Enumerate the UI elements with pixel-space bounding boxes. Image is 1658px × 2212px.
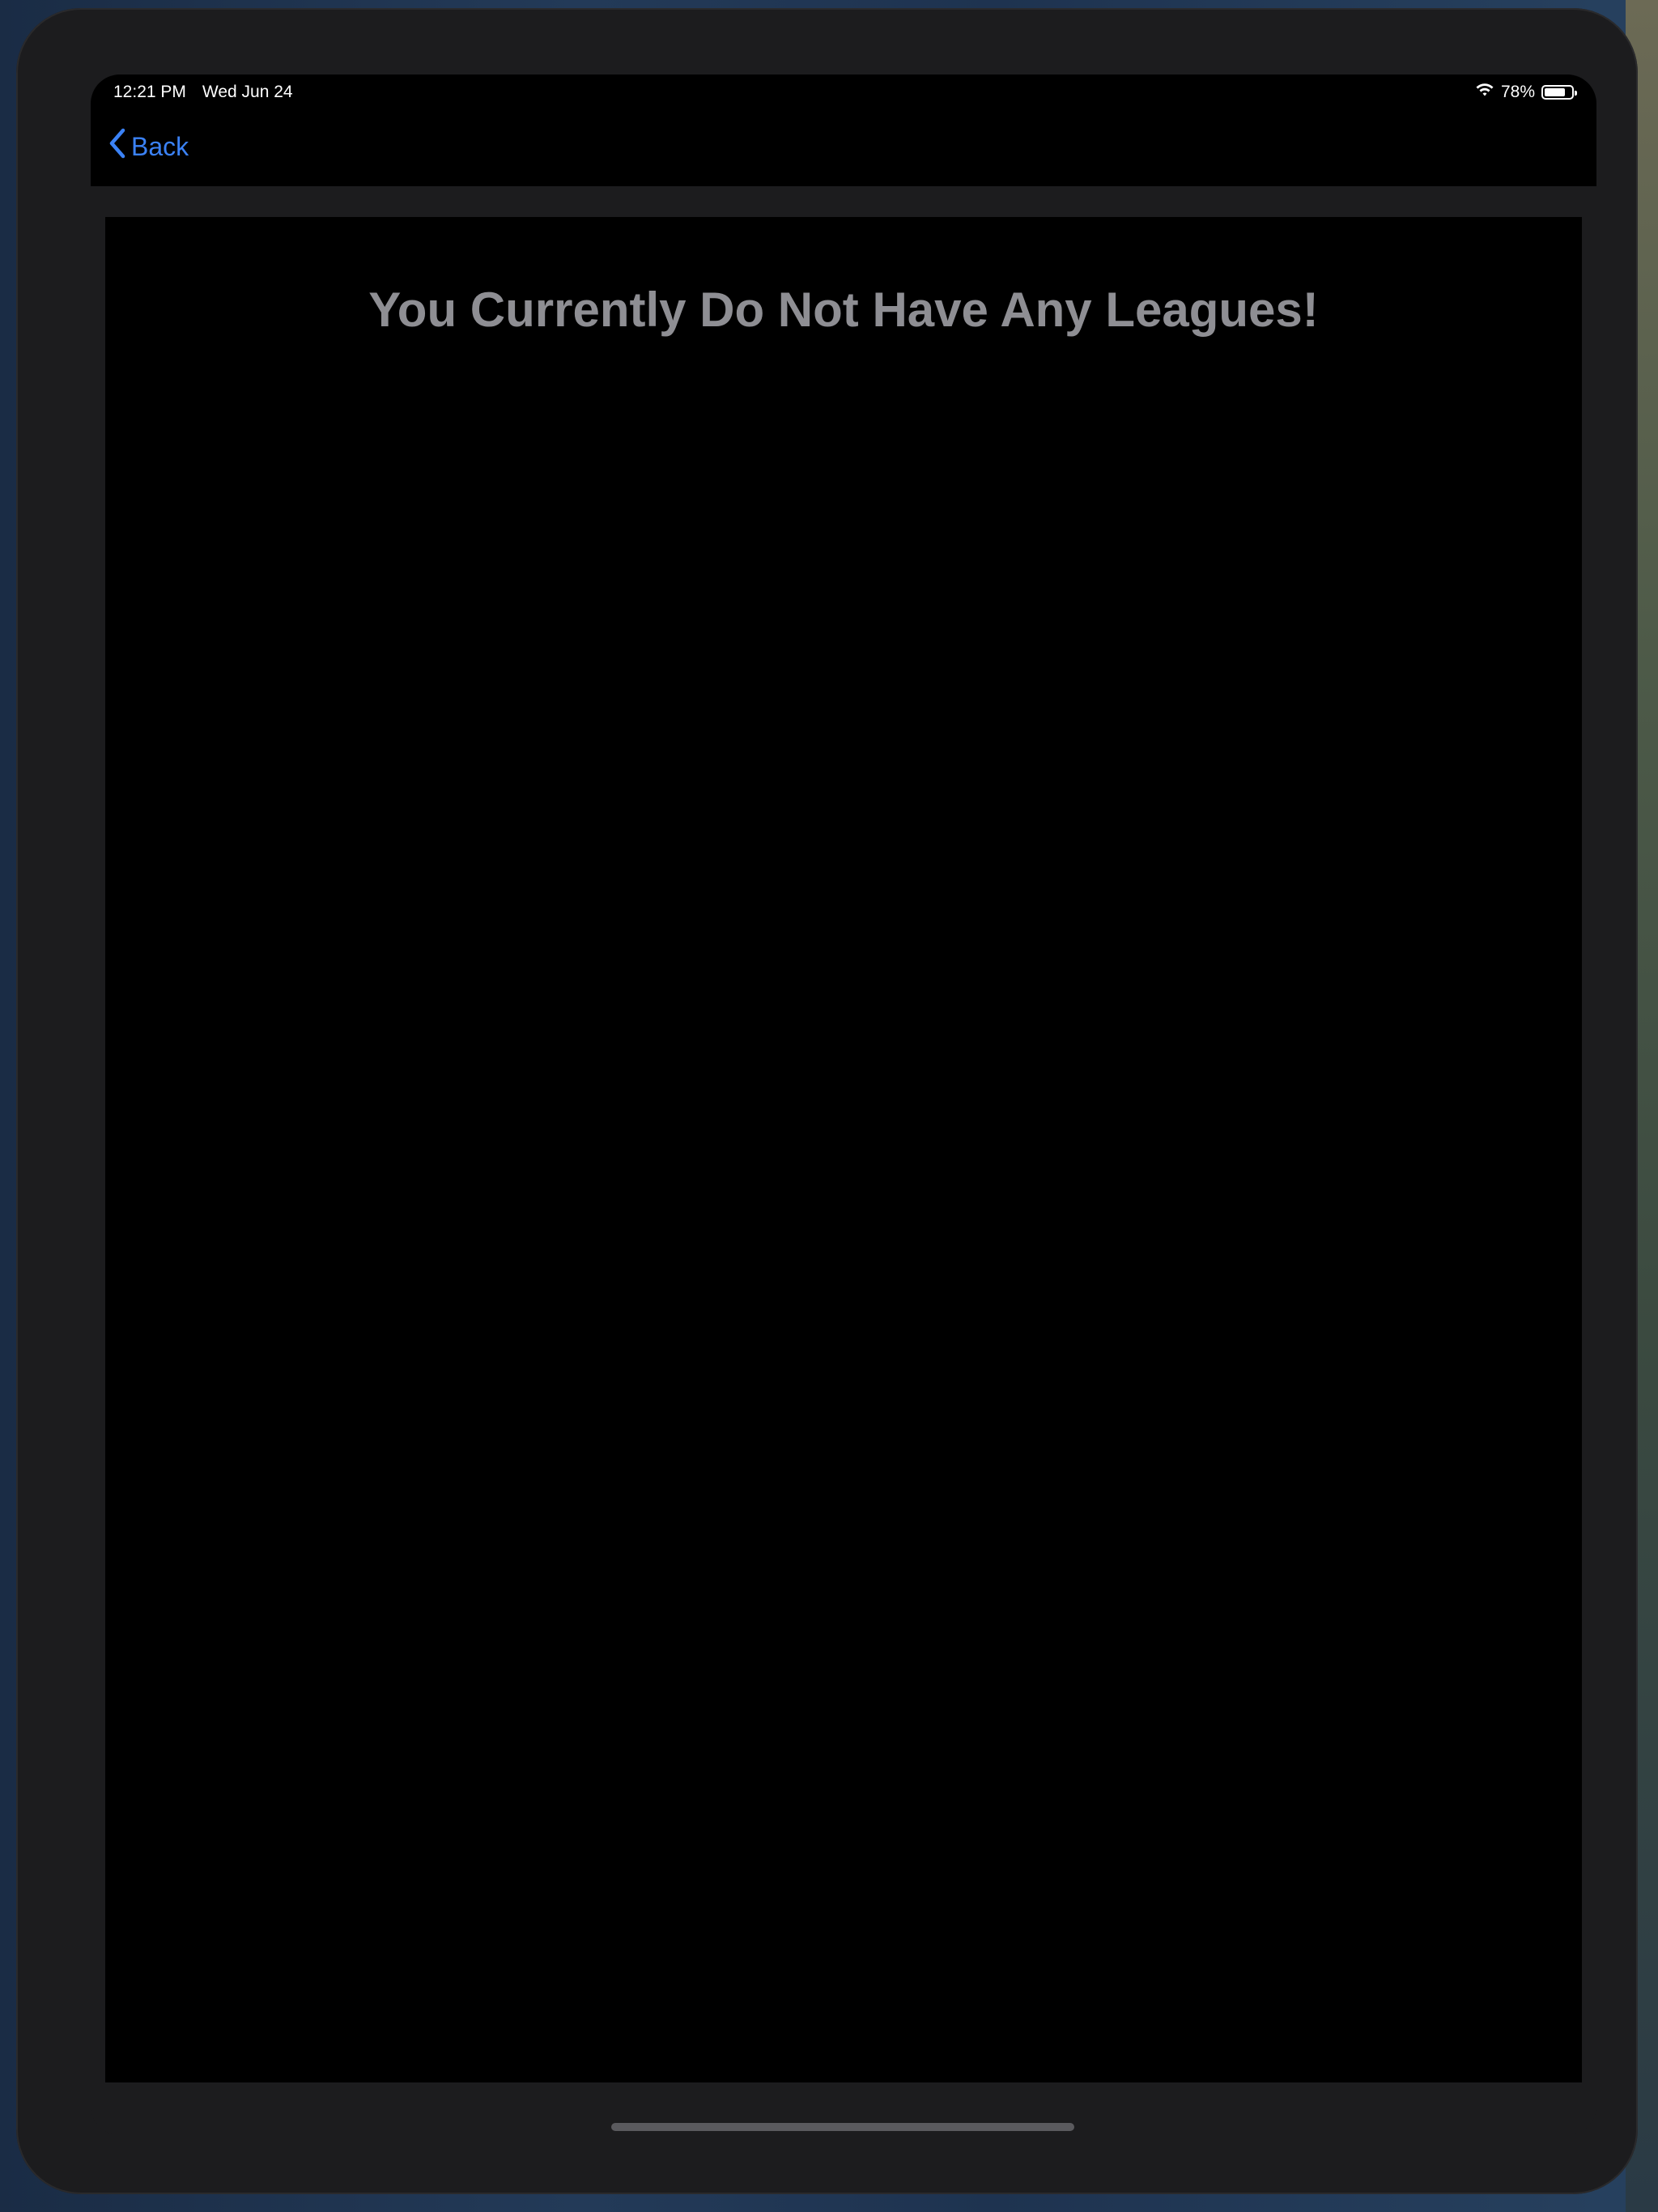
- ipad-simulator-frame: 12:21 PM Wed Jun 24 78% Back You Current…: [16, 8, 1638, 2194]
- app-screen: 12:21 PM Wed Jun 24 78% Back You Current…: [91, 74, 1596, 2135]
- status-time: 12:21 PM: [113, 83, 186, 101]
- battery-icon: [1541, 85, 1577, 100]
- leagues-content: You Currently Do Not Have Any Leagues!: [105, 217, 1582, 2082]
- home-indicator[interactable]: [611, 2123, 1074, 2131]
- battery-fill: [1545, 88, 1565, 96]
- battery-cap: [1575, 91, 1577, 96]
- status-right: 78%: [1475, 83, 1577, 102]
- back-button[interactable]: Back: [108, 128, 189, 165]
- chevron-left-icon: [108, 128, 126, 165]
- status-bar: 12:21 PM Wed Jun 24 78%: [91, 74, 1596, 110]
- navigation-bar: Back: [91, 110, 1596, 186]
- wifi-icon: [1475, 83, 1494, 102]
- status-left: 12:21 PM Wed Jun 24: [113, 83, 293, 102]
- battery-percent: 78%: [1500, 83, 1535, 101]
- status-date: Wed Jun 24: [202, 83, 293, 101]
- empty-state-message: You Currently Do Not Have Any Leagues!: [368, 283, 1319, 337]
- back-label: Back: [131, 131, 189, 161]
